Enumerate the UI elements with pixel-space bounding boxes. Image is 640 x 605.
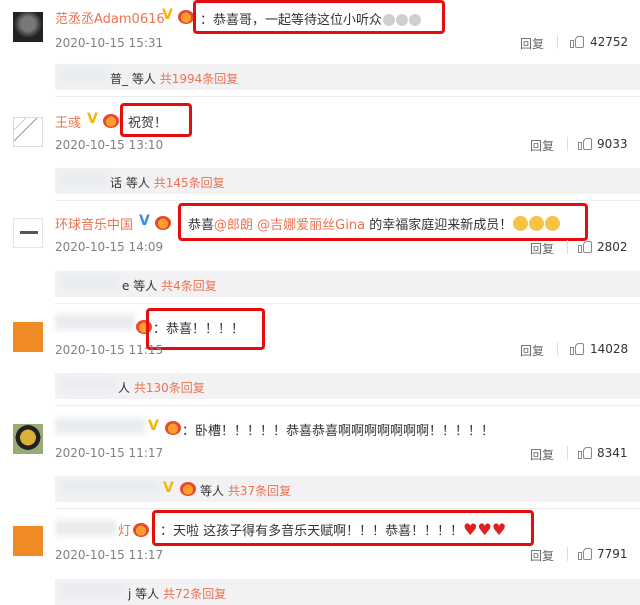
reply-button[interactable]: 回复 <box>530 547 554 564</box>
blurred-name <box>60 480 160 494</box>
vip-v-icon: V <box>148 418 159 434</box>
divider <box>567 446 568 460</box>
reply-button[interactable]: 回复 <box>520 342 544 359</box>
crown-icon <box>155 216 171 230</box>
username[interactable]: 灯 <box>118 520 131 539</box>
reply-button[interactable]: 回复 <box>530 137 554 154</box>
replies-summary[interactable]: j 等人 共72条回复 <box>128 585 226 602</box>
username[interactable]: 环球音乐中国 <box>55 214 133 233</box>
divider <box>55 96 640 97</box>
like-count: 8341 <box>597 446 628 460</box>
blurred-name <box>60 172 108 186</box>
comment-time: 2020-10-15 14:09 <box>55 240 164 254</box>
replies-summary[interactable]: 话 等人 共145条回复 <box>110 174 225 191</box>
divider <box>567 547 568 561</box>
replies-summary[interactable]: e 等人 共4条回复 <box>122 277 217 294</box>
avatar[interactable] <box>13 117 43 147</box>
comment-time: 2020-10-15 15:31 <box>55 36 164 50</box>
reply-button[interactable]: 回复 <box>520 35 544 52</box>
heart-emoji-icon: ♥♥♥ <box>463 520 507 539</box>
divider <box>567 240 568 254</box>
blurred-name <box>60 377 116 391</box>
comment-text: 恭喜@郎朗 @吉娜爱丽丝Gina 的幸福家庭迎来新成员！ <box>188 214 561 233</box>
replies-summary[interactable]: 人 共130条回复 <box>118 379 205 396</box>
comment-time: 2020-10-15 11:17 <box>55 446 164 460</box>
avatar[interactable] <box>13 424 43 454</box>
avatar[interactable] <box>13 12 43 42</box>
mention-link[interactable]: @郎朗 <box>214 218 253 233</box>
like-count: 14028 <box>590 342 629 356</box>
blurred-name <box>55 520 117 536</box>
comment-text: ：卧槽！！！！！恭喜恭喜啊啊啊啊啊啊啊！！！！！ <box>182 424 495 439</box>
username[interactable]: 范丞丞Adam0616 <box>55 8 165 27</box>
vip-v-icon: V <box>162 7 173 23</box>
like-count: 7791 <box>597 547 628 561</box>
avatar[interactable] <box>13 322 43 352</box>
avatar[interactable] <box>13 526 43 556</box>
avatar[interactable] <box>13 218 43 248</box>
vip-v-icon: V <box>163 480 174 496</box>
smile-emoji-icon <box>513 216 529 231</box>
blurred-name <box>60 275 120 289</box>
like-count: 42752 <box>590 35 629 49</box>
reply-button[interactable]: 回复 <box>530 446 554 463</box>
thumbs-up-icon[interactable] <box>578 546 592 560</box>
crown-icon <box>103 114 119 128</box>
reply-button[interactable]: 回复 <box>530 240 554 257</box>
comment-time: 2020-10-15 11:17 <box>55 548 164 562</box>
mention-link[interactable]: @吉娜爱丽丝Gina <box>257 218 365 233</box>
like-count: 9033 <box>597 137 628 151</box>
divider <box>55 508 640 509</box>
emoji-icon <box>396 14 409 26</box>
thumbs-up-icon[interactable] <box>578 239 592 253</box>
divider <box>557 342 558 356</box>
replies-summary[interactable]: 等人 共37条回复 <box>200 482 291 499</box>
divider <box>55 200 640 201</box>
blurred-name <box>55 314 135 330</box>
crown-icon <box>165 421 181 435</box>
comment-text: ：恭喜！！！！ <box>153 322 245 337</box>
crown-icon <box>180 482 196 496</box>
like-count: 2802 <box>597 240 628 254</box>
thumbs-up-icon[interactable] <box>570 34 584 48</box>
crown-icon <box>133 523 149 537</box>
smile-emoji-icon <box>545 216 561 231</box>
smile-emoji-icon <box>529 216 545 231</box>
crown-icon <box>178 10 194 24</box>
username[interactable]: 王彧 <box>55 112 81 131</box>
thumbs-up-icon[interactable] <box>578 136 592 150</box>
emoji-icon <box>383 14 396 26</box>
thumbs-up-icon[interactable] <box>570 341 584 355</box>
emoji-icon <box>409 14 422 26</box>
comment-time: 2020-10-15 11:15 <box>55 343 164 357</box>
blurred-name <box>55 418 145 434</box>
vip-v-icon: V <box>139 213 150 229</box>
divider <box>557 35 558 49</box>
comment-text: ：天啦 这孩子得有多音乐天赋啊！！！恭喜！！！！♥♥♥ <box>160 520 507 539</box>
comment-text: 祝贺！ <box>128 116 168 131</box>
thumbs-up-icon[interactable] <box>578 445 592 459</box>
divider <box>55 303 640 304</box>
blurred-name <box>60 583 126 597</box>
blurred-name <box>60 68 108 82</box>
comment-time: 2020-10-15 13:10 <box>55 138 164 152</box>
divider <box>567 137 568 151</box>
vip-v-icon: V <box>87 111 98 127</box>
replies-summary[interactable]: 普_ 等人 共1994条回复 <box>110 70 238 87</box>
divider <box>55 405 640 406</box>
comment-text: ：恭喜哥，一起等待这位小听众 <box>200 9 422 28</box>
